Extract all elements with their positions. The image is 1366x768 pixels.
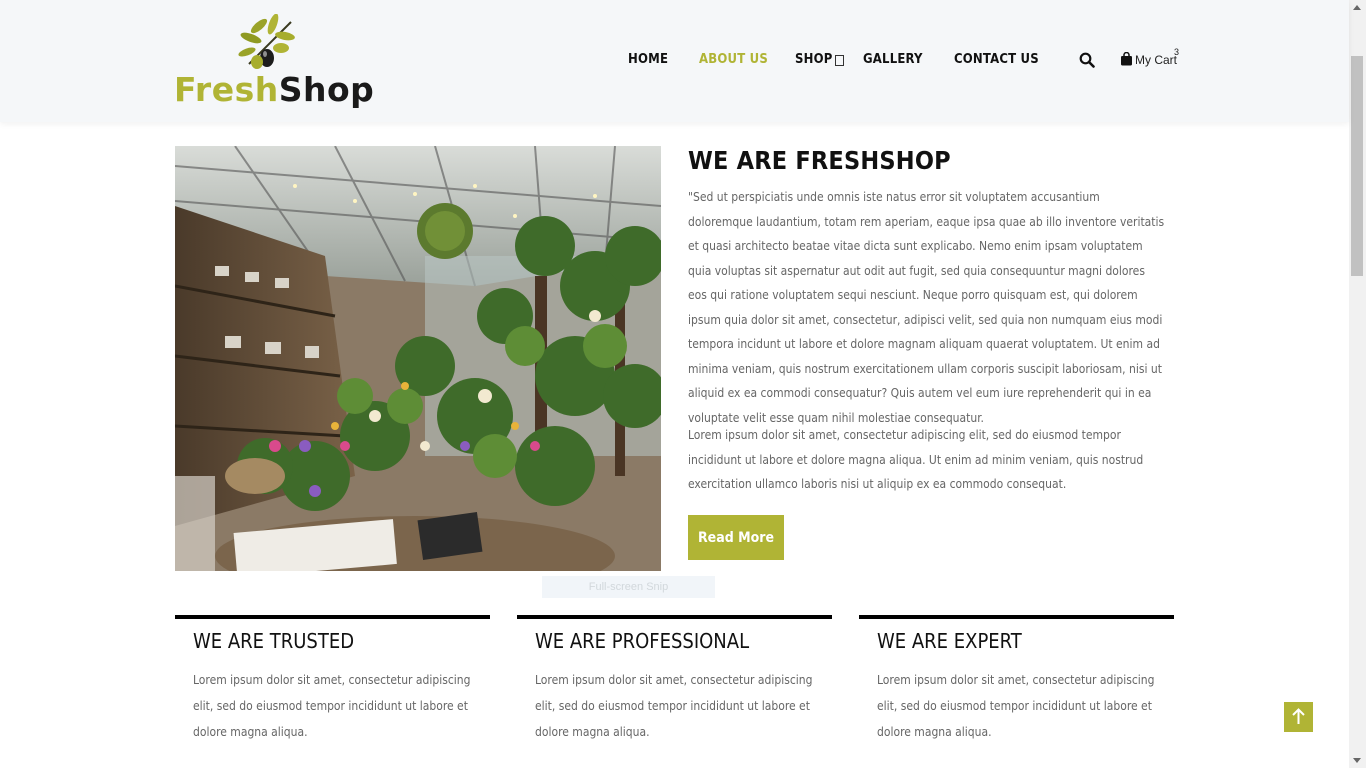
logo-word-shop: Shop — [278, 70, 375, 109]
feature-expert: WE ARE EXPERT Lorem ipsum dolor sit amet… — [859, 615, 1174, 768]
nav-home[interactable]: HOME — [628, 52, 668, 67]
about-title: WE ARE FRESHSHOP — [688, 146, 951, 175]
feature-trusted: WE ARE TRUSTED Lorem ipsum dolor sit ame… — [175, 615, 490, 768]
feature-professional: WE ARE PROFESSIONAL Lorem ipsum dolor si… — [517, 615, 832, 768]
greenhouse-illustration — [175, 146, 661, 571]
about-paragraph-2: Lorem ipsum dolor sit amet, consectetur … — [688, 428, 1144, 491]
dropdown-icon[interactable] — [835, 55, 844, 66]
logo-wordmark: FreshShop — [174, 70, 374, 109]
nav-shop[interactable]: SHOP — [795, 52, 833, 67]
read-more-button[interactable]: Read More — [688, 515, 784, 560]
cart-count-badge: 3 — [1174, 47, 1180, 57]
nav-about-us[interactable]: ABOUT US — [699, 52, 768, 67]
vertical-scrollbar[interactable] — [1349, 0, 1366, 768]
feature-text: Lorem ipsum dolor sit amet, consectetur … — [877, 673, 1155, 739]
full-screen-snip-hint[interactable]: Full-screen Snip — [542, 576, 715, 598]
nav-gallery[interactable]: GALLERY — [863, 52, 923, 67]
arrow-up-icon — [1292, 708, 1305, 724]
feature-title: WE ARE EXPERT — [877, 629, 1022, 653]
feature-text: Lorem ipsum dolor sit amet, consectetur … — [193, 673, 471, 739]
back-to-top-button[interactable] — [1284, 702, 1313, 732]
cart-label: My Cart — [1135, 53, 1177, 67]
feature-title: WE ARE TRUSTED — [193, 629, 355, 653]
nav-contact-us[interactable]: CONTACT US — [954, 52, 1039, 67]
feature-text: Lorem ipsum dolor sit amet, consectetur … — [535, 673, 813, 739]
site-header: FreshShop HOME ABOUT US SHOP GALLERY CON… — [0, 0, 1349, 122]
greenhouse-shop-image — [175, 146, 661, 571]
logo-word-fresh: Fresh — [174, 70, 279, 109]
feature-title: WE ARE PROFESSIONAL — [535, 629, 750, 653]
shopping-bag-icon — [1121, 52, 1132, 66]
scroll-down-arrow-icon[interactable] — [1353, 758, 1361, 763]
site-logo[interactable]: FreshShop — [174, 14, 374, 114]
scroll-thumb[interactable] — [1351, 56, 1363, 276]
about-paragraph-1: "Sed ut perspiciatis unde omnis iste nat… — [688, 190, 1165, 425]
search-icon[interactable] — [1079, 52, 1095, 68]
scroll-up-arrow-icon[interactable] — [1353, 5, 1361, 10]
olive-branch-logo-icon — [238, 14, 295, 69]
